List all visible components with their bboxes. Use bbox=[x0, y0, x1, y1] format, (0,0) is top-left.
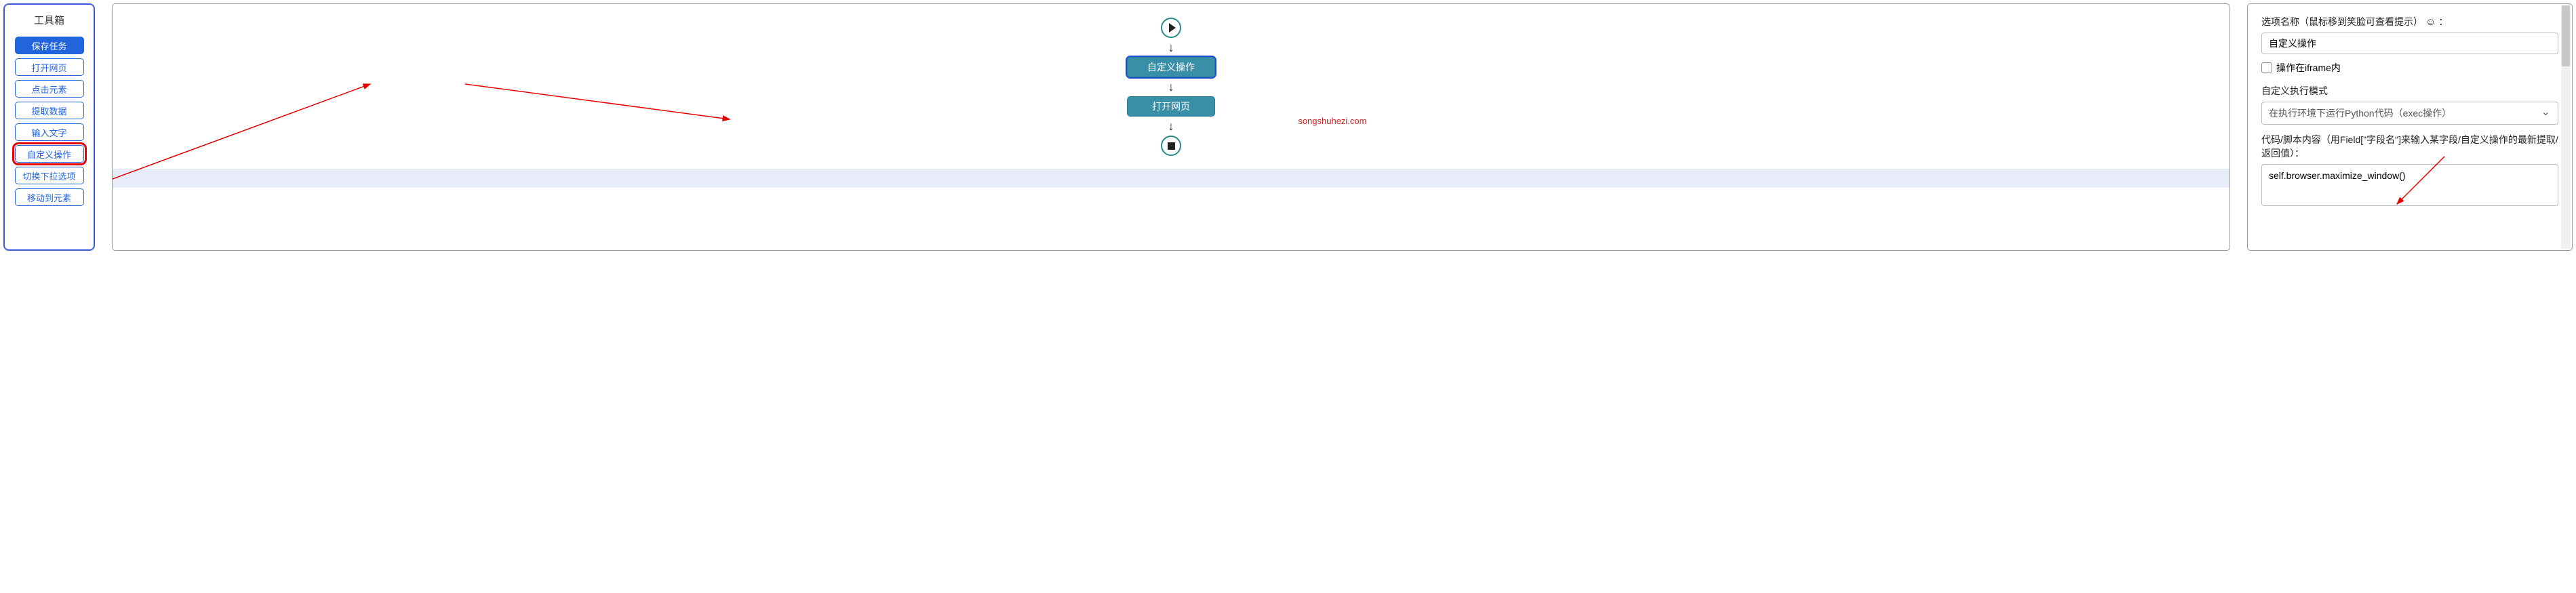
iframe-checkbox-row: 操作在iframe内 bbox=[2261, 61, 2558, 75]
stop-icon bbox=[1168, 142, 1175, 150]
custom-action-button[interactable]: 自定义操作 bbox=[15, 145, 84, 163]
colon: ： bbox=[2438, 15, 2448, 28]
iframe-checkbox[interactable] bbox=[2261, 62, 2272, 73]
code-textarea[interactable] bbox=[2261, 164, 2558, 206]
flow-node-open-webpage[interactable]: 打开网页 bbox=[1127, 96, 1215, 117]
start-node[interactable] bbox=[1161, 18, 1181, 38]
extract-data-button[interactable]: 提取数据 bbox=[15, 102, 84, 119]
toolbox-title: 工具箱 bbox=[34, 10, 64, 33]
input-text-button[interactable]: 输入文字 bbox=[15, 123, 84, 141]
option-name-label-text: 选项名称（鼠标移到笑脸可查看提示） bbox=[2261, 15, 2423, 28]
switch-dropdown-button[interactable]: 切换下拉选项 bbox=[15, 167, 84, 184]
option-name-input[interactable] bbox=[2261, 33, 2558, 54]
iframe-label: 操作在iframe内 bbox=[2276, 61, 2341, 75]
move-to-element-button[interactable]: 移动到元素 bbox=[15, 188, 84, 206]
code-label: 代码/脚本内容（用Field["字段名"]来输入某字段/自定义操作的最新提取/返… bbox=[2261, 133, 2558, 160]
scrollbar[interactable] bbox=[2561, 5, 2571, 249]
save-task-button[interactable]: 保存任务 bbox=[15, 37, 84, 54]
flow-arrow: ↓ bbox=[1168, 38, 1174, 57]
smiley-icon[interactable]: ☺ bbox=[2425, 16, 2436, 28]
mode-select[interactable]: 在执行环境下运行Python代码（exec操作） bbox=[2261, 102, 2558, 125]
flow-canvas[interactable]: ↓ 自定义操作 ↓ 打开网页 ↓ songshuhezi.com bbox=[112, 3, 2230, 251]
option-name-label: 选项名称（鼠标移到笑脸可查看提示） ☺ ： bbox=[2261, 15, 2558, 28]
drop-indicator bbox=[113, 169, 2230, 188]
properties-panel: 选项名称（鼠标移到笑脸可查看提示） ☺ ： 操作在iframe内 自定义执行模式… bbox=[2247, 3, 2573, 251]
open-webpage-button[interactable]: 打开网页 bbox=[15, 58, 84, 76]
flow-arrow: ↓ bbox=[1168, 117, 1174, 136]
scrollbar-thumb[interactable] bbox=[2562, 5, 2570, 66]
mode-label: 自定义执行模式 bbox=[2261, 84, 2558, 98]
play-icon bbox=[1169, 23, 1176, 33]
click-element-button[interactable]: 点击元素 bbox=[15, 80, 84, 98]
end-node[interactable] bbox=[1161, 136, 1181, 156]
watermark-text: songshuhezi.com bbox=[1298, 116, 1366, 126]
flow-node-custom-action[interactable]: 自定义操作 bbox=[1127, 57, 1215, 77]
flow-arrow: ↓ bbox=[1168, 77, 1174, 96]
toolbox-panel: 工具箱 保存任务 打开网页 点击元素 提取数据 输入文字 自定义操作 切换下拉选… bbox=[3, 3, 95, 251]
